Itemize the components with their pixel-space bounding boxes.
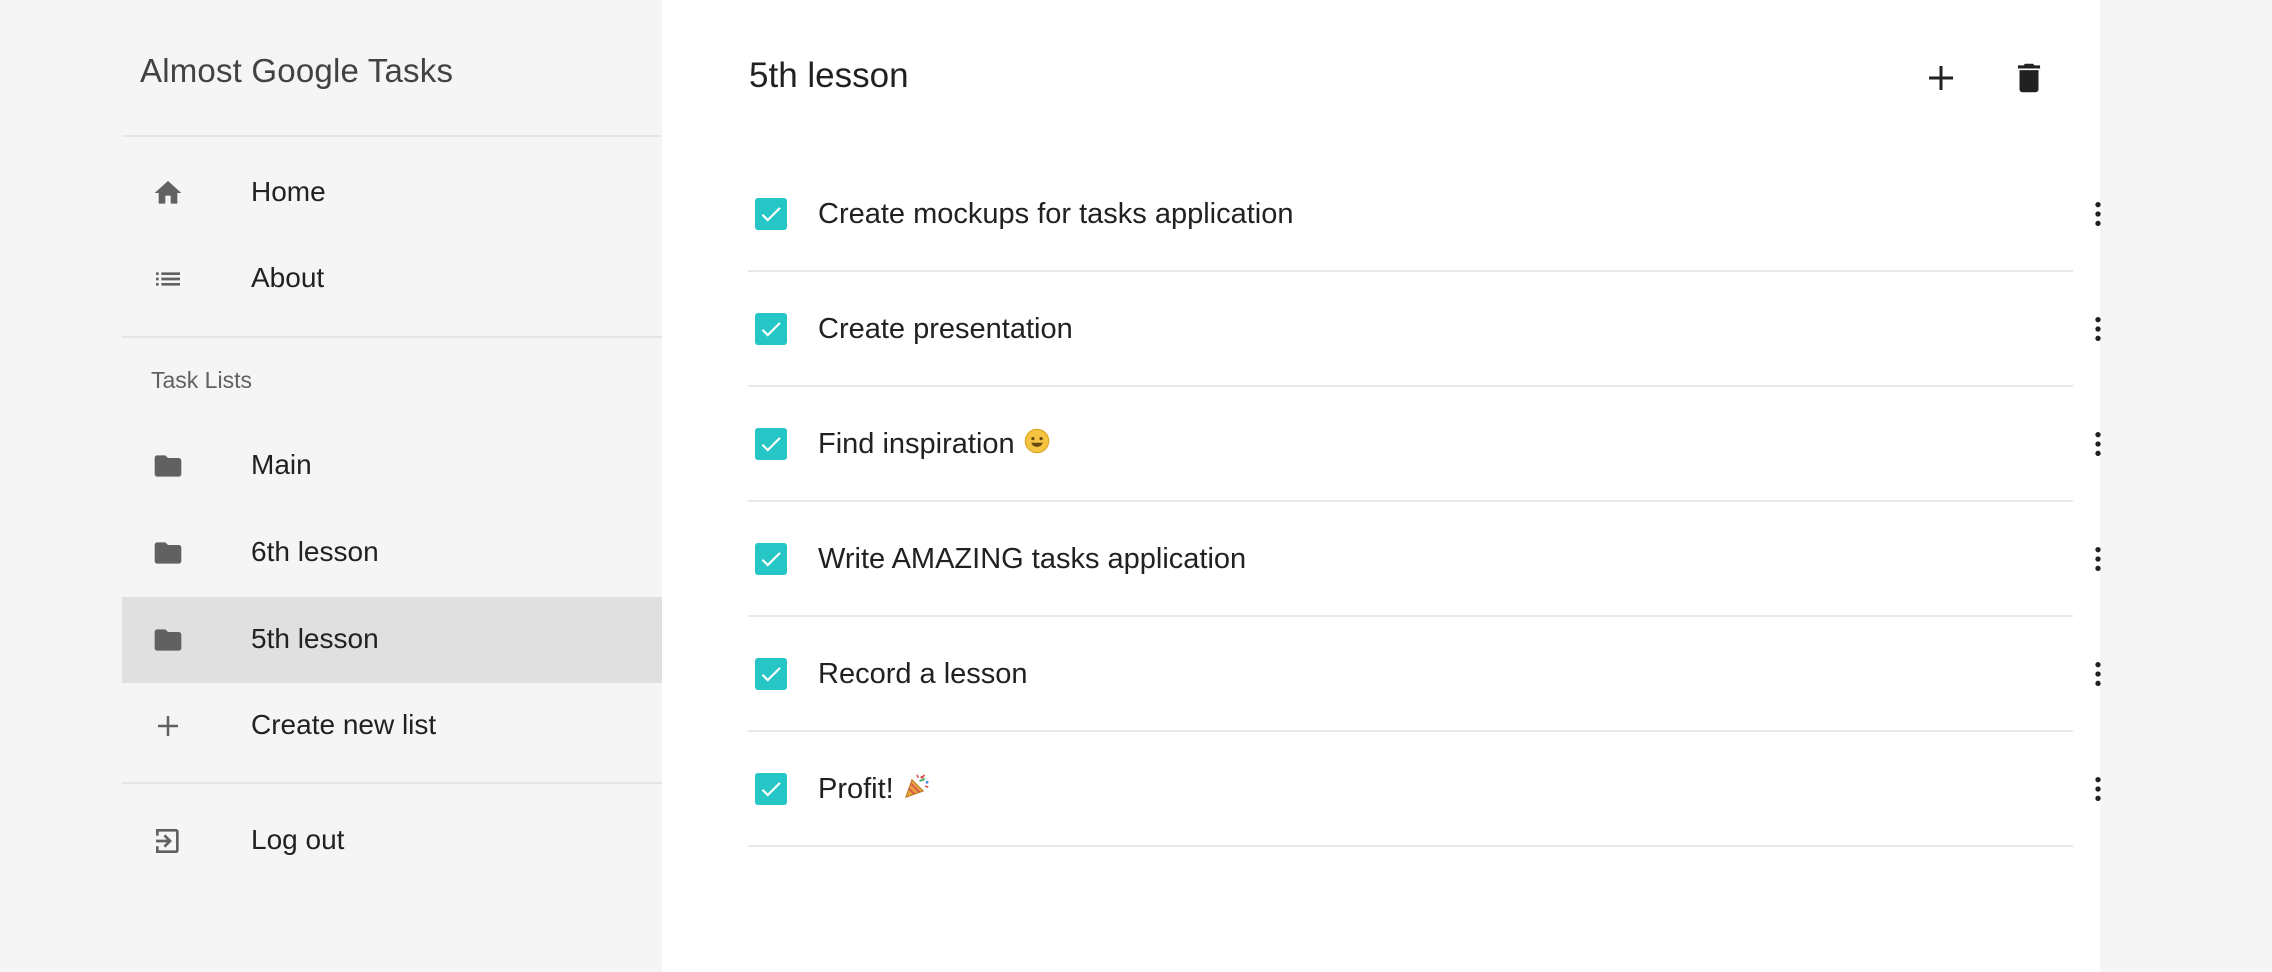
check-icon [761, 552, 781, 567]
list-item-main[interactable]: Main [122, 423, 662, 509]
task-row: Create mockups for tasks application [748, 157, 2101, 272]
task-more-button[interactable] [2078, 654, 2118, 694]
delete-list-button[interactable] [2007, 56, 2051, 100]
task-checkbox[interactable] [755, 543, 787, 575]
task-row: Record a lesson [748, 617, 2101, 732]
list-item-label: 5th lesson [251, 623, 379, 654]
folder-icon [152, 624, 184, 656]
task-more-button[interactable] [2078, 424, 2118, 464]
divider [122, 135, 662, 137]
add-task-button[interactable] [1919, 56, 1963, 100]
task-text-label: Profit! [818, 773, 894, 806]
create-new-list-button[interactable]: Create new list [122, 683, 662, 769]
create-new-list-label: Create new list [251, 709, 437, 740]
list-item-label: 6th lesson [251, 536, 379, 567]
list-item-6th-lesson[interactable]: 6th lesson [122, 510, 662, 596]
plus-icon [1929, 66, 1953, 90]
task-text: Write AMAZING tasks application [818, 543, 1247, 575]
more-vert-icon [2095, 547, 2101, 571]
task-checkbox[interactable] [755, 198, 787, 230]
more-vert-icon [2095, 662, 2101, 686]
nav-item-label: Home [251, 176, 326, 207]
task-more-button[interactable] [2078, 194, 2118, 234]
task-row: Write AMAZING tasks application [748, 502, 2101, 617]
divider [122, 782, 662, 784]
smile-emoji-icon [1023, 427, 1051, 464]
more-vert-icon [2095, 432, 2101, 456]
check-icon [761, 782, 781, 797]
folder-icon [152, 450, 184, 482]
nav-item-home[interactable]: Home [122, 150, 662, 236]
more-vert-icon [2095, 777, 2101, 801]
task-text-label: Find inspiration [818, 428, 1015, 460]
logout-label: Log out [251, 824, 345, 855]
party-popper-emoji-icon [902, 771, 932, 810]
task-checkbox[interactable] [755, 658, 787, 690]
task-more-button[interactable] [2078, 539, 2118, 579]
home-icon [152, 177, 184, 209]
task-checkbox[interactable] [755, 313, 787, 345]
page-title: 5th lesson [749, 56, 909, 95]
plus-icon [152, 710, 184, 742]
app-title: Almost Google Tasks [140, 52, 454, 89]
folder-icon [152, 537, 184, 569]
task-checkbox[interactable] [755, 428, 787, 460]
app: Almost Google Tasks Home About Task List… [0, 0, 2272, 972]
nav-item-about[interactable]: About [122, 236, 662, 322]
logout-button[interactable]: Log out [122, 798, 662, 884]
more-vert-icon [2095, 317, 2101, 341]
main-panel: 5th lesson Create mockups for tasks appl… [662, 0, 2101, 972]
task-more-button[interactable] [2078, 309, 2118, 349]
nav-item-label: About [251, 262, 325, 293]
list-icon [152, 263, 184, 295]
list-item-label: Main [251, 449, 312, 480]
check-icon [761, 437, 781, 452]
task-more-button[interactable] [2078, 769, 2118, 809]
task-row: Find inspiration [748, 387, 2101, 502]
divider [122, 336, 662, 338]
more-vert-icon [2095, 202, 2101, 226]
task-row: Create presentation [748, 272, 2101, 387]
section-label-task-lists: Task Lists [151, 367, 252, 393]
task-list: Create mockups for tasks application Cre… [748, 157, 2101, 847]
task-text: Create presentation [818, 313, 1073, 345]
task-row: Profit! [748, 732, 2101, 847]
list-item-5th-lesson[interactable]: 5th lesson [122, 597, 662, 683]
task-text: Create mockups for tasks application [818, 198, 1294, 230]
logout-icon [152, 825, 184, 857]
task-text: Profit! [818, 771, 932, 810]
trash-icon [2017, 63, 2041, 93]
task-text: Find inspiration [818, 426, 1051, 464]
task-checkbox[interactable] [755, 773, 787, 805]
check-icon [761, 667, 781, 682]
sidebar: Almost Google Tasks Home About Task List… [122, 0, 662, 972]
check-icon [761, 207, 781, 222]
check-icon [761, 322, 781, 337]
task-text: Record a lesson [818, 658, 1028, 690]
